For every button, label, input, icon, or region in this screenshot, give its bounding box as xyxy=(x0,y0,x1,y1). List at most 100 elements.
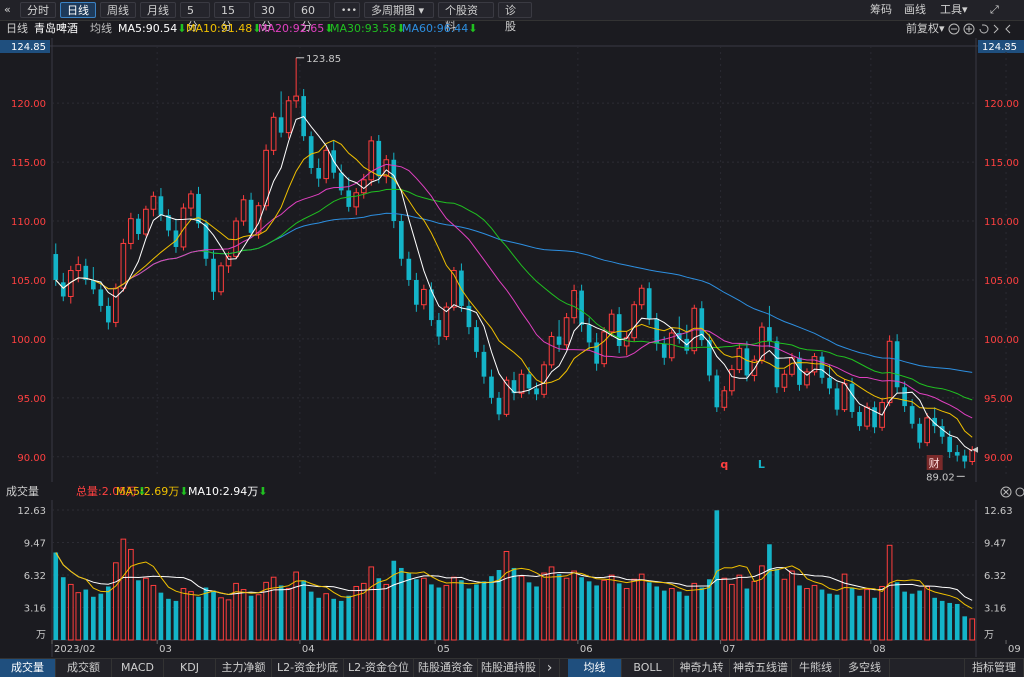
chevron-right-icon[interactable] xyxy=(1005,24,1011,34)
volume-bar-up xyxy=(503,550,510,641)
tab-magic-five[interactable]: 神奇五线谱 xyxy=(730,659,792,677)
tab-long-short[interactable]: 多空线 xyxy=(840,659,890,677)
tab-15min[interactable]: 15分 xyxy=(214,2,250,33)
volume-bar-down xyxy=(106,586,111,640)
tab-macd[interactable]: MACD xyxy=(112,659,164,677)
volume-bar-down xyxy=(398,567,404,640)
price-tick-right: 105.00 xyxy=(984,276,1019,287)
ma10-text: MA10:91.48 xyxy=(186,22,253,35)
tab-l2-bottom[interactable]: L2-资金抄底 xyxy=(272,659,344,677)
tab-bull-bear[interactable]: 牛熊线 xyxy=(792,659,840,677)
chevron-down-icon: ▾ xyxy=(962,3,968,16)
multi-period-button[interactable]: 多周期图 ▾ xyxy=(364,2,434,18)
volume-label[interactable]: 成交量 xyxy=(6,484,39,500)
volume-bar-up xyxy=(285,588,292,641)
settings-icon[interactable] xyxy=(1015,487,1024,497)
volume-bar-up xyxy=(751,580,758,641)
tab-weekly[interactable]: 周线 xyxy=(100,2,136,18)
tab-60min[interactable]: 60分 xyxy=(294,2,330,33)
volume-bar-down xyxy=(406,573,412,640)
candle-body-up xyxy=(113,287,119,323)
tab-hk-connect-holdings[interactable]: 陆股通持股 xyxy=(478,659,540,677)
volume-bar-up xyxy=(638,573,645,641)
candle-body-down xyxy=(436,320,442,337)
candle-body-down xyxy=(661,343,667,358)
volume-bar-up xyxy=(668,588,675,641)
toolbar: « 分时 日线 周线 月线 5分 15分 30分 60分 ••• 多周期图 ▾ … xyxy=(0,0,1024,33)
tab-volume[interactable]: 成交量 xyxy=(0,659,56,677)
candle-body-up xyxy=(886,340,893,404)
tab-magic-nine[interactable]: 神奇九转 xyxy=(674,659,730,677)
volume-bar-down xyxy=(932,597,938,640)
candle-body-up xyxy=(969,449,976,462)
volume-chart[interactable]: 12.63 12.63 9.47 9.47 6.32 6.32 3.16 3.16 万 万 2023… xyxy=(0,500,1024,657)
chevron-right-icon[interactable]: › xyxy=(540,659,560,677)
candle-body-down xyxy=(496,397,502,415)
candle-body-down xyxy=(819,356,825,378)
x-tick-label: 09 xyxy=(1008,644,1021,655)
event-marker-l: L xyxy=(758,458,765,471)
candle-body-down xyxy=(744,348,750,376)
stock-info-button[interactable]: 个股资料 xyxy=(438,2,494,33)
volume-bar-down xyxy=(90,596,96,640)
ma60-line xyxy=(55,212,973,373)
price-tick-left: 100.00 xyxy=(11,335,46,346)
volume-unit-left: 万 xyxy=(36,630,46,641)
tab-boll[interactable]: BOLL xyxy=(622,659,674,677)
indicator-manage-button[interactable]: 指标管理 xyxy=(964,659,1024,677)
candle-body-down xyxy=(489,376,494,398)
tab-fenshi[interactable]: 分时 xyxy=(20,2,56,18)
volume-bar-up xyxy=(729,583,735,641)
candle-body-up xyxy=(75,264,82,272)
candle-body-down xyxy=(767,327,772,342)
x-tick-label: 03 xyxy=(159,644,172,655)
down-arrow-icon: ⬇ xyxy=(468,22,478,35)
tab-main-net[interactable]: 主力净额 xyxy=(216,659,272,677)
chips-button[interactable]: 筹码 xyxy=(870,3,892,17)
volume-bar-down xyxy=(136,580,141,640)
volume-ma5-text: MA5:2.69万 xyxy=(116,485,180,498)
tab-l2-position[interactable]: L2-资金仓位 xyxy=(344,659,414,677)
tab-turnover[interactable]: 成交额 xyxy=(56,659,112,677)
candle-body-down xyxy=(797,357,802,385)
tab-kdj[interactable]: KDJ xyxy=(164,659,216,677)
volume-bar-up xyxy=(143,577,149,641)
volume-bar-up xyxy=(631,578,638,641)
more-icon[interactable]: ••• xyxy=(334,2,360,18)
expand-icon[interactable]: ⤢ xyxy=(990,3,999,17)
volume-tick-right: 12.63 xyxy=(984,506,1013,517)
draw-line-button[interactable]: 画线 xyxy=(904,3,926,17)
volume-bar-down xyxy=(301,580,306,640)
chevron-left-icon[interactable] xyxy=(993,24,999,34)
candle-body-up xyxy=(638,287,645,306)
candle-body-down xyxy=(414,279,419,305)
volume-bar-down xyxy=(849,587,855,640)
volume-bar-up xyxy=(421,577,427,641)
ma10-value: MA10:91.48⬇ xyxy=(186,21,261,37)
tab-hk-connect-funds[interactable]: 陆股通资金 xyxy=(414,659,478,677)
candle-body-down xyxy=(556,336,562,345)
candle-body-up xyxy=(270,116,277,151)
tab-30min[interactable]: 30分 xyxy=(254,2,290,33)
candle-body-up xyxy=(631,304,638,339)
tab-5min[interactable]: 5分 xyxy=(180,2,210,33)
candle-body-down xyxy=(391,159,397,222)
candlestick-chart[interactable]: 124.85 124.85 120.00 120.00 115.00 115.00 110.… xyxy=(0,38,1024,482)
diagnosis-button[interactable]: 诊股 xyxy=(498,2,532,33)
volume-bar-down xyxy=(158,592,164,640)
candle-body-down xyxy=(954,452,960,456)
volume-tick-left: 12.63 xyxy=(17,506,46,517)
back-icon[interactable]: « xyxy=(4,3,11,17)
tab-ma[interactable]: 均线 xyxy=(568,659,622,677)
tools-button[interactable]: 工具▾ xyxy=(940,3,968,17)
ma-label[interactable]: 均线 xyxy=(90,21,112,37)
x-tick-label: 06 xyxy=(580,644,593,655)
adjust-button[interactable]: 前复权▾ xyxy=(906,21,945,37)
volume-bar-up xyxy=(886,544,893,641)
x-tick-label: 08 xyxy=(873,644,886,655)
candle-body-up xyxy=(383,159,390,177)
tab-daily[interactable]: 日线 xyxy=(60,2,96,18)
tab-monthly[interactable]: 月线 xyxy=(140,2,176,18)
undo-icon[interactable] xyxy=(979,24,989,34)
volume-bar-up xyxy=(188,591,194,641)
